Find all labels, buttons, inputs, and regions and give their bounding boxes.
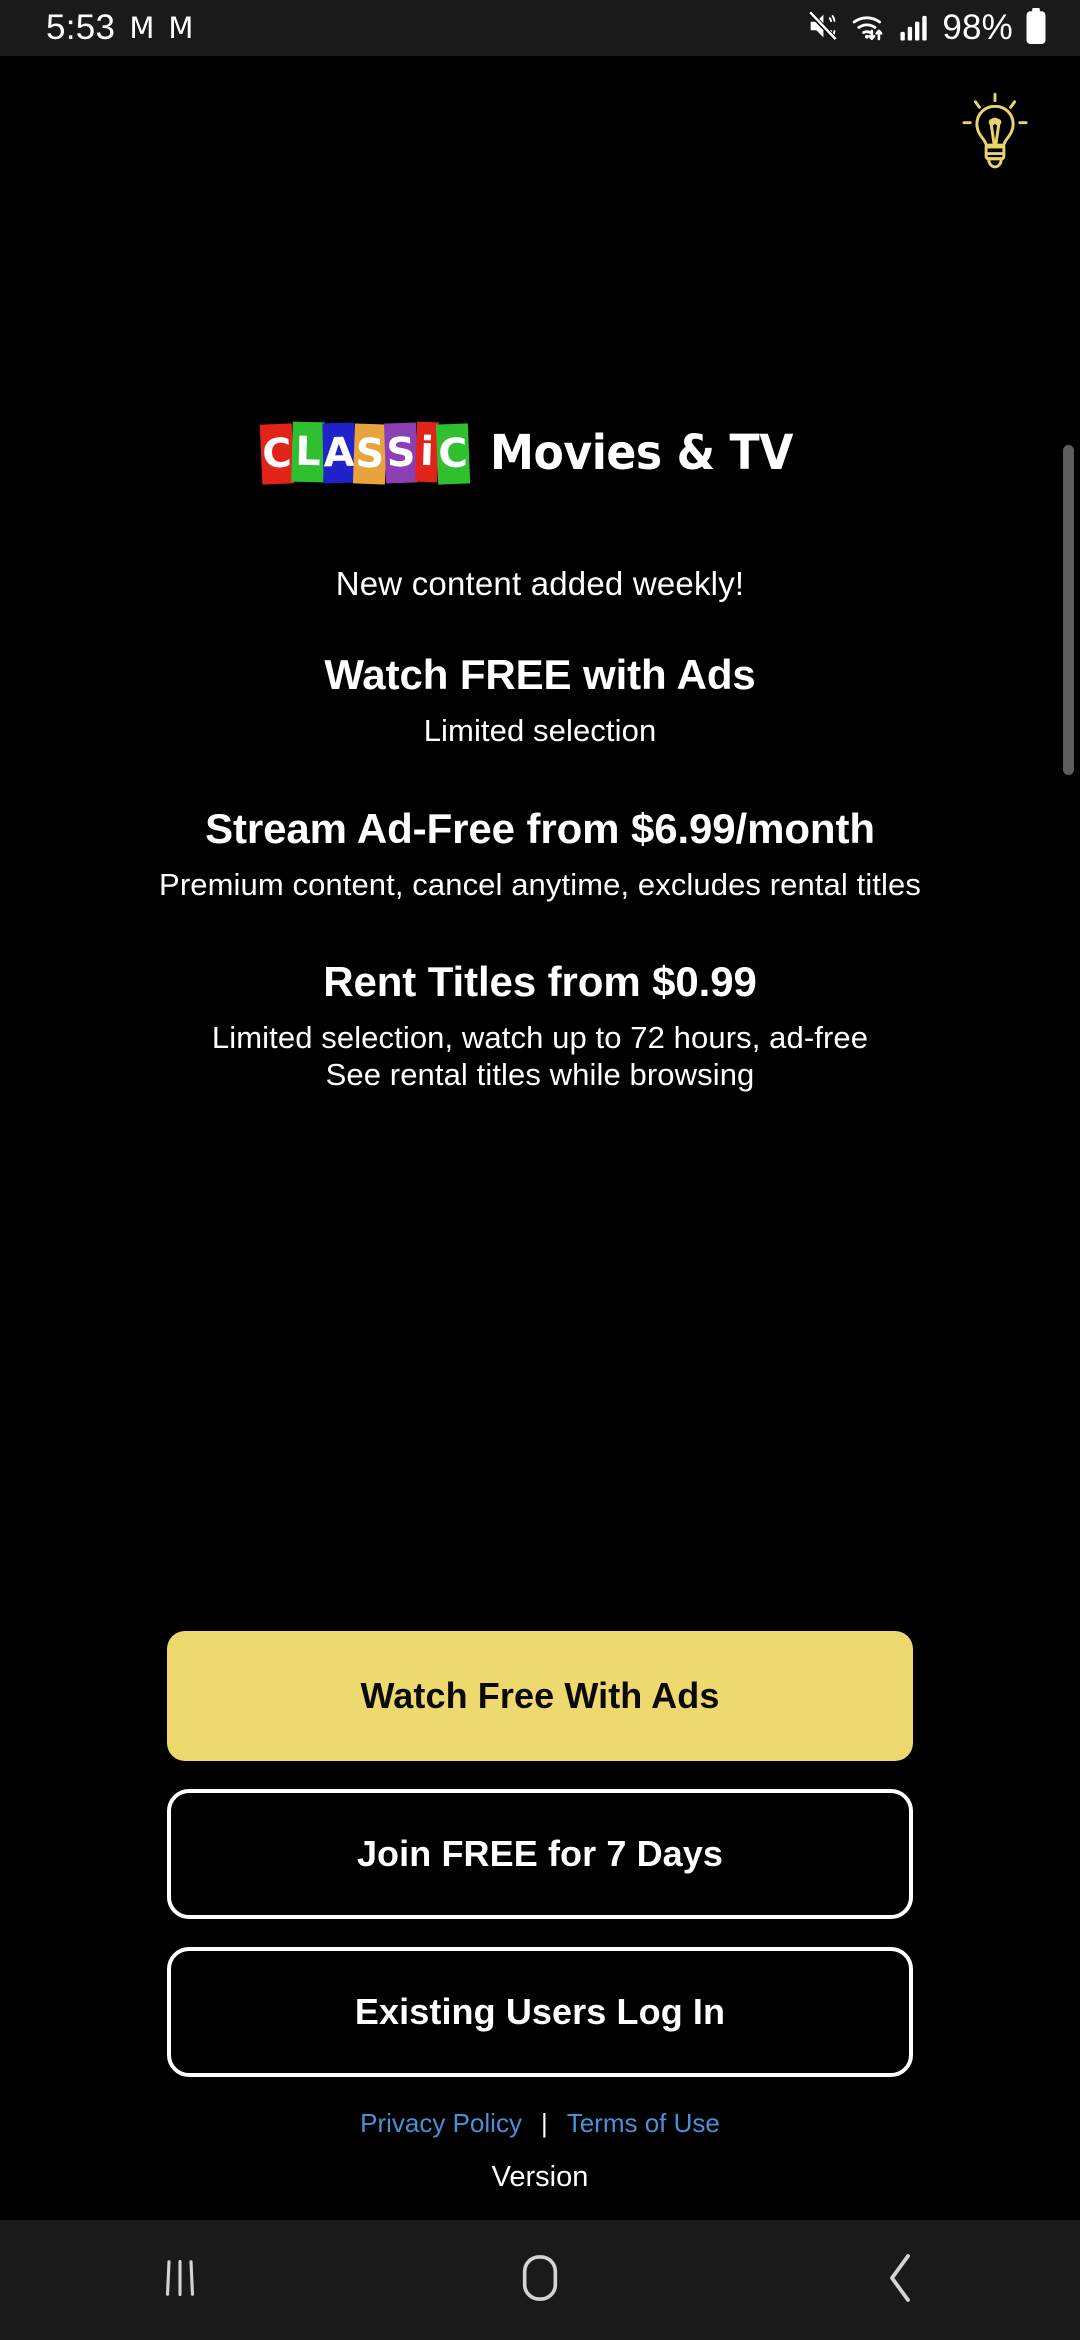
logo-tile-s1: S <box>352 423 387 485</box>
plan-heading-watch-free: Watch FREE with Ads <box>324 651 756 698</box>
logo-tile-c1: C <box>259 423 295 485</box>
logo-tile-c2: C <box>435 423 471 485</box>
battery-percent-label: 98% <box>942 8 1013 47</box>
lightbulb-icon[interactable] <box>958 88 1032 174</box>
plan-block-stream-ad-free: Stream Ad-Free from $6.99/month Premium … <box>0 805 1080 904</box>
footer-separator: | <box>540 2108 548 2138</box>
watch-free-with-ads-button[interactable]: Watch Free With Ads <box>167 1631 913 1761</box>
status-bar: 5:53 M M 98% <box>0 0 1080 56</box>
tagline: New content added weekly! <box>335 565 745 602</box>
plan-heading-rent-titles: Rent Titles from $0.99 <box>323 958 757 1006</box>
main-content: C L A S S i C Movies & TV New content ad… <box>0 56 1080 2220</box>
status-time: 5:53 <box>46 8 116 47</box>
plan-sub-stream-ad-free: Premium content, cancel anytime, exclude… <box>159 866 921 902</box>
app-screen: 5:53 M M 98% C L A S S i C Movies & TV N… <box>0 0 1080 2340</box>
logo-tile-a: A <box>322 422 356 484</box>
hint-row <box>0 56 1080 206</box>
privacy-policy-link[interactable]: Privacy Policy <box>360 2108 522 2139</box>
gmail-notification-icon: M <box>129 10 155 45</box>
recents-button[interactable] <box>100 2220 260 2340</box>
plan-sub-watch-free: Limited selection <box>423 713 657 748</box>
plan-heading-stream-ad-free: Stream Ad-Free from $6.99/month <box>205 804 875 852</box>
plan-sub-rent-line2: See rental titles while browsing <box>325 1056 755 1092</box>
home-icon <box>517 2253 563 2308</box>
logo-movies-tv-text: Movies & TV <box>489 425 793 481</box>
cta-button-group: Watch Free With Ads Join FREE for 7 Days… <box>0 1631 1080 2220</box>
back-button[interactable] <box>820 2220 980 2340</box>
plan-block-rent-titles: Rent Titles from $0.99 Limited selection… <box>0 958 1080 1093</box>
logo-tile-s2: S <box>383 422 418 484</box>
plan-sub-rent-line1: Limited selection, watch up to 72 hours,… <box>211 1020 869 1056</box>
back-icon <box>881 2252 919 2309</box>
footer-links: Privacy Policy | Terms of Use <box>360 2108 720 2139</box>
mute-icon <box>805 9 839 48</box>
classic-wordmark: C L A S S i C <box>259 420 471 486</box>
existing-users-log-in-button[interactable]: Existing Users Log In <box>167 1947 913 2077</box>
app-logo: C L A S S i C Movies & TV <box>259 420 819 486</box>
status-bar-left: 5:53 M M <box>46 8 193 48</box>
home-button[interactable] <box>460 2220 620 2340</box>
plan-sub-rent-titles: Limited selection, watch up to 72 hours,… <box>0 1020 1080 1093</box>
terms-of-use-link[interactable]: Terms of Use <box>567 2108 720 2139</box>
plan-block-watch-free: Watch FREE with Ads Limited selection <box>0 651 1080 750</box>
recents-icon <box>163 2256 197 2305</box>
status-bar-right: 98% <box>805 7 1048 49</box>
wifi-icon <box>850 9 888 48</box>
system-navigation-bar <box>0 2220 1080 2340</box>
gmail-notification-icon-2: M <box>168 10 194 45</box>
battery-icon <box>1024 7 1048 49</box>
vertical-scrollbar[interactable] <box>1063 445 1074 775</box>
join-free-7-days-button[interactable]: Join FREE for 7 Days <box>167 1789 913 1919</box>
logo-tile-l: L <box>291 421 325 483</box>
cellular-signal-icon <box>899 10 931 47</box>
version-label: Version <box>491 2161 589 2193</box>
